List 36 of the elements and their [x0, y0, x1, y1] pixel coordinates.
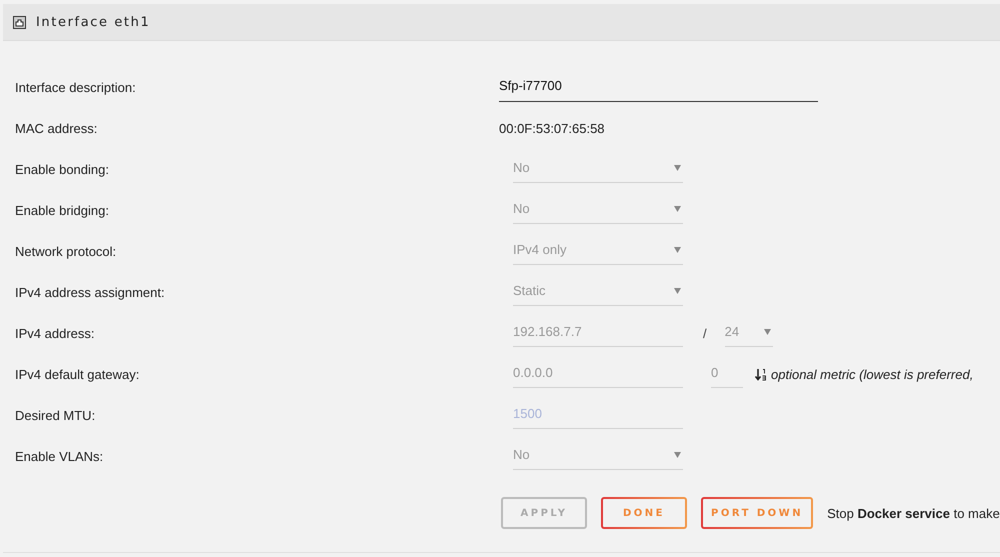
slash-text: /: [703, 326, 707, 341]
caret-icon: [674, 164, 681, 171]
caret-icon: [674, 205, 681, 212]
caret-icon: [764, 328, 771, 335]
action-button[interactable]: DONE: [601, 497, 687, 529]
text-field[interactable]: Sfp-i77700: [499, 74, 818, 102]
field-label: Interface description:: [15, 80, 137, 95]
caret-icon: [674, 287, 681, 294]
field-label: Network protocol:: [15, 244, 118, 259]
select-field[interactable]: No: [513, 197, 683, 224]
field-label: Enable bonding:: [15, 162, 110, 177]
metric-field[interactable]: 0: [711, 361, 743, 388]
gateway-field[interactable]: 0.0.0.0: [513, 361, 683, 388]
field-label: IPv4 address assignment:: [15, 285, 166, 300]
field-label: IPv4 address:: [15, 326, 96, 341]
select-field[interactable]: Static: [513, 279, 683, 306]
panel-title: Interface eth1: [36, 14, 150, 30]
select-field[interactable]: No: [513, 156, 683, 183]
field-label: Enable VLANs:: [15, 449, 104, 464]
mac-address: 00:0F:53:07:65:58: [499, 121, 605, 136]
metric-note: optional metric (lowest is preferred,: [771, 367, 974, 382]
field-label: MAC address:: [15, 121, 98, 136]
prefix-select[interactable]: 24: [724, 320, 773, 347]
mtu-field[interactable]: 1500: [513, 402, 683, 429]
select-field[interactable]: IPv4 only: [513, 238, 683, 265]
field-label: Desired MTU:: [15, 408, 96, 423]
field-label: IPv4 default gateway:: [15, 367, 140, 382]
sort-icon: [755, 368, 767, 381]
docker-note: Stop Docker service to make: [827, 506, 1000, 520]
ethernet-port-icon: [13, 16, 26, 28]
caret-icon: [674, 451, 681, 458]
caret-icon: [674, 246, 681, 253]
field-label: Enable bridging:: [15, 203, 110, 218]
action-button[interactable]: PORT DOWN: [701, 497, 814, 529]
select-field[interactable]: No: [513, 443, 683, 470]
address-field[interactable]: 192.168.7.7: [513, 320, 683, 347]
